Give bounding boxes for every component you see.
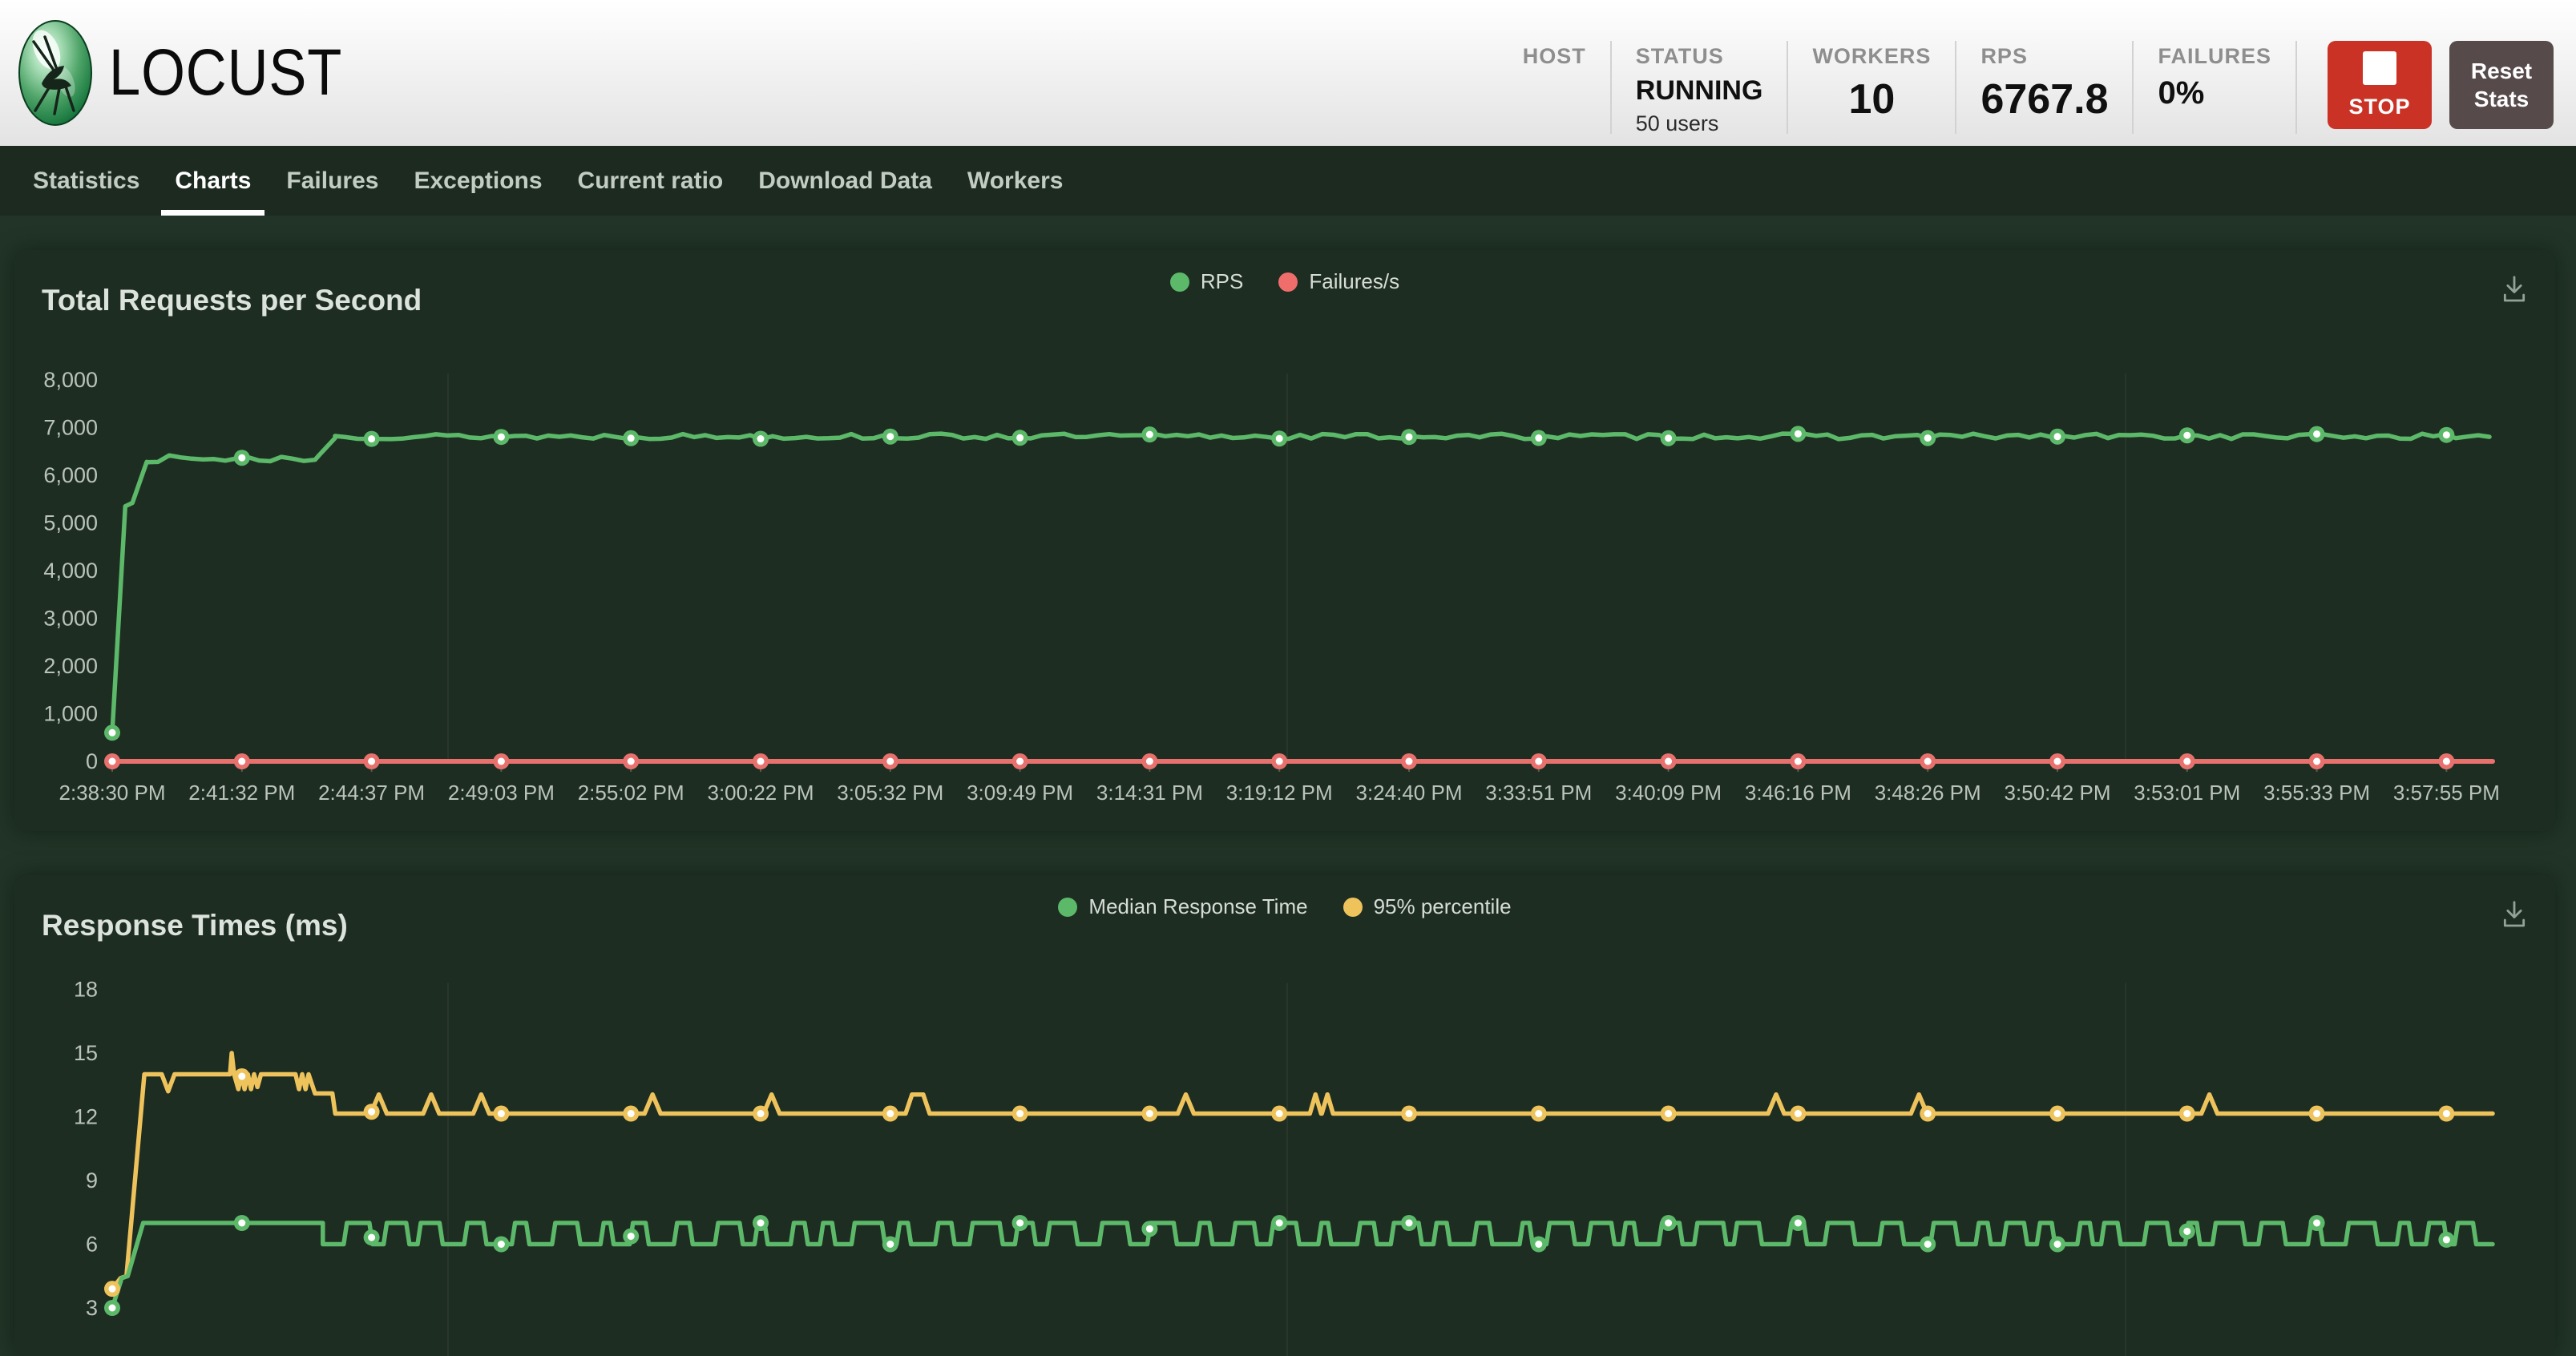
- svg-text:3:48:26 PM: 3:48:26 PM: [1875, 781, 1981, 805]
- legend-label: 95% percentile: [1374, 894, 1512, 919]
- reset-stats-button[interactable]: Reset Stats: [2449, 41, 2554, 129]
- svg-text:3:00:22 PM: 3:00:22 PM: [708, 781, 814, 805]
- legend-dot: [1058, 898, 1077, 917]
- rps-value: 6767.8: [1980, 75, 2108, 123]
- stat-rps: RPS 6767.8: [1956, 41, 2134, 134]
- main-nav: Statistics Charts Failures Exceptions Cu…: [0, 146, 2576, 216]
- svg-text:3:33:51 PM: 3:33:51 PM: [1485, 781, 1592, 805]
- legend-item[interactable]: RPS: [1170, 269, 1243, 294]
- svg-text:2:44:37 PM: 2:44:37 PM: [318, 781, 425, 805]
- svg-text:4,000: 4,000: [43, 559, 98, 583]
- legend-label: Failures/s: [1309, 269, 1399, 294]
- tab-statistics[interactable]: Statistics: [19, 146, 153, 216]
- svg-text:3: 3: [86, 1296, 98, 1320]
- rps-chart: 0 1,000 2,000 3,000 4,000 5,000 6,000 7,000 8,00…: [14, 250, 2555, 831]
- locust-logo-icon: [18, 19, 93, 127]
- reset-stats-label: Reset Stats: [2454, 57, 2549, 113]
- stop-button[interactable]: STOP: [2328, 41, 2432, 129]
- tab-current-ratio[interactable]: Current ratio: [564, 146, 737, 216]
- stat-workers: WORKERS 10: [1788, 41, 1956, 134]
- svg-text:3:40:09 PM: 3:40:09 PM: [1615, 781, 1722, 805]
- svg-text:3:55:33 PM: 3:55:33 PM: [2263, 781, 2370, 805]
- tab-download-data[interactable]: Download Data: [745, 146, 946, 216]
- download-icon[interactable]: [2497, 272, 2531, 306]
- svg-text:3:14:31 PM: 3:14:31 PM: [1096, 781, 1203, 805]
- rps-chart-panel: 0 1,000 2,000 3,000 4,000 5,000 6,000 7,000 8,00…: [14, 250, 2555, 831]
- header-stats: HOST STATUS RUNNING 50 users Edit WORKER…: [1499, 12, 2554, 134]
- status-users: 50 users: [1636, 111, 1763, 136]
- legend-label: RPS: [1201, 269, 1243, 294]
- tab-workers[interactable]: Workers: [954, 146, 1077, 216]
- svg-text:3:53:01 PM: 3:53:01 PM: [2134, 781, 2240, 805]
- tab-exceptions[interactable]: Exceptions: [400, 146, 555, 216]
- svg-text:3:50:42 PM: 3:50:42 PM: [2005, 781, 2111, 805]
- legend-dot: [1278, 272, 1298, 292]
- svg-text:3:24:40 PM: 3:24:40 PM: [1356, 781, 1463, 805]
- workers-label: WORKERS: [1812, 44, 1931, 69]
- svg-text:3:57:55 PM: 3:57:55 PM: [2393, 781, 2500, 805]
- svg-text:3:05:32 PM: 3:05:32 PM: [837, 781, 943, 805]
- rps-chart-legend: RPS Failures/s: [14, 269, 2555, 294]
- response-times-chart: 3 6 9 12 15 18: [14, 875, 2555, 1356]
- svg-text:8,000: 8,000: [43, 368, 98, 392]
- failures-value: 0%: [2158, 75, 2271, 111]
- rps-label: RPS: [1980, 44, 2108, 69]
- svg-text:2:55:02 PM: 2:55:02 PM: [578, 781, 684, 805]
- svg-text:3:09:49 PM: 3:09:49 PM: [967, 781, 1073, 805]
- tab-failures[interactable]: Failures: [273, 146, 392, 216]
- workers-value: 10: [1812, 75, 1931, 123]
- stop-button-label: STOP: [2348, 95, 2410, 119]
- svg-text:6: 6: [86, 1233, 98, 1257]
- legend-item[interactable]: 95% percentile: [1343, 894, 1512, 919]
- legend-dot: [1170, 272, 1189, 292]
- stop-icon: [2363, 51, 2396, 85]
- svg-text:6,000: 6,000: [43, 463, 98, 487]
- svg-text:18: 18: [74, 978, 98, 1002]
- legend-item[interactable]: Failures/s: [1278, 269, 1399, 294]
- svg-text:2:49:03 PM: 2:49:03 PM: [448, 781, 555, 805]
- svg-text:5,000: 5,000: [43, 511, 98, 535]
- status-label: STATUS: [1636, 44, 1763, 69]
- svg-text:3:46:16 PM: 3:46:16 PM: [1745, 781, 1851, 805]
- svg-text:2,000: 2,000: [43, 654, 98, 678]
- status-value: RUNNING: [1636, 75, 1763, 107]
- top-header: LOCUST HOST STATUS RUNNING 50 users Edit…: [0, 0, 2576, 146]
- host-label: HOST: [1523, 44, 1586, 69]
- response-times-chart-legend: Median Response Time 95% percentile: [14, 894, 2555, 919]
- svg-text:7,000: 7,000: [43, 416, 98, 440]
- svg-text:2:38:30 PM: 2:38:30 PM: [59, 781, 166, 805]
- header-buttons: STOP Reset Stats: [2328, 41, 2554, 129]
- svg-text:2:41:32 PM: 2:41:32 PM: [188, 781, 295, 805]
- svg-text:3:19:12 PM: 3:19:12 PM: [1226, 781, 1333, 805]
- legend-dot: [1343, 898, 1363, 917]
- download-icon[interactable]: [2497, 898, 2531, 931]
- stat-status: STATUS RUNNING 50 users Edit: [1612, 41, 1789, 134]
- legend-label: Median Response Time: [1088, 894, 1307, 919]
- svg-text:3,000: 3,000: [43, 607, 98, 631]
- tab-charts[interactable]: Charts: [161, 146, 264, 216]
- failures-label: FAILURES: [2158, 44, 2271, 69]
- stat-host: HOST: [1499, 41, 1612, 134]
- svg-text:0: 0: [86, 749, 98, 773]
- locust-web-ui: { "header": { "logo_text": "LOCUST", "ho…: [0, 0, 2576, 1319]
- svg-text:9: 9: [86, 1168, 98, 1193]
- svg-text:1,000: 1,000: [43, 702, 98, 726]
- stat-failures: FAILURES 0%: [2134, 41, 2297, 134]
- logo-wordmark: LOCUST: [109, 35, 342, 111]
- locust-logo: LOCUST: [18, 19, 381, 127]
- svg-text:12: 12: [74, 1105, 98, 1129]
- response-times-chart-panel: 369121518 Response Times (ms) Median Res…: [14, 875, 2555, 1356]
- svg-text:15: 15: [74, 1041, 98, 1065]
- legend-item[interactable]: Median Response Time: [1058, 894, 1307, 919]
